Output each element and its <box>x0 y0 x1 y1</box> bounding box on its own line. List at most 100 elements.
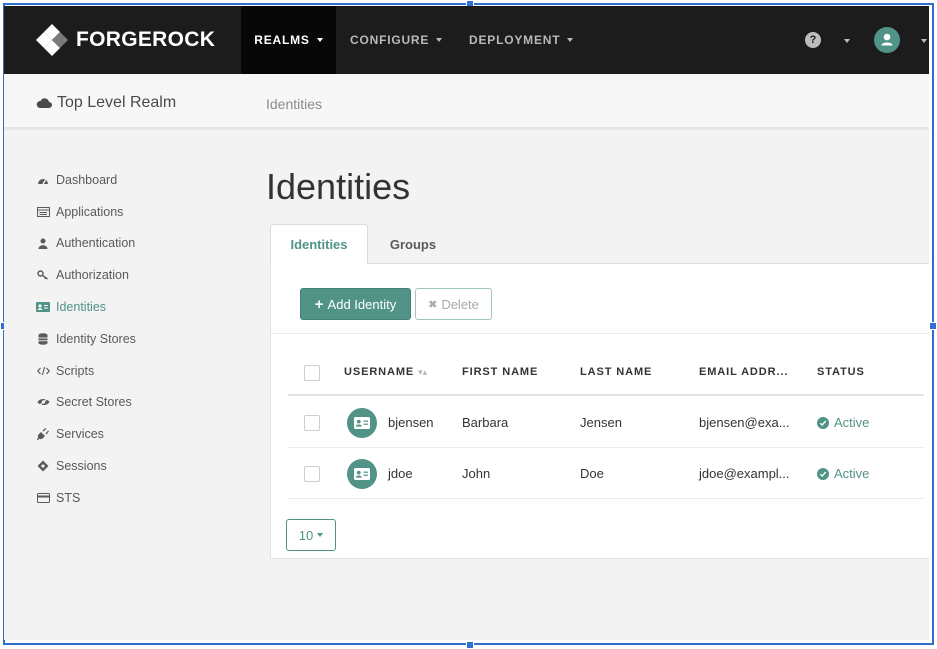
breadcrumb: Identities <box>266 96 323 112</box>
code-icon <box>36 364 50 378</box>
chevron-down-icon <box>317 533 324 537</box>
help-menu-chevron-icon[interactable] <box>844 39 850 43</box>
cell-first-name: Barbara <box>462 415 509 430</box>
nav-configure[interactable]: CONFIGURE <box>350 6 443 74</box>
sidebar-item-authorization[interactable]: Authorization <box>36 259 236 291</box>
table-row[interactable]: bjensen Barbara Jensen bjensen@exa... Ac… <box>288 398 924 448</box>
table-row[interactable]: jdoe John Doe jdoe@exampl... Active <box>288 449 924 499</box>
sidebar-item-identities[interactable]: Identities <box>36 291 236 323</box>
add-identity-button[interactable]: + Add Identity <box>300 288 411 320</box>
nav-deployment-label: DEPLOYMENT <box>469 33 561 47</box>
id-card-icon <box>36 300 50 314</box>
sidebar-item-label: Applications <box>56 204 124 219</box>
brand-name: FORGEROCK <box>76 28 216 51</box>
nav-configure-label: CONFIGURE <box>350 33 430 47</box>
sidebar-item-sts[interactable]: STS <box>36 482 236 514</box>
chevron-down-icon <box>436 38 443 42</box>
sidebar-item-scripts[interactable]: Scripts <box>36 355 236 387</box>
status-badge: Active <box>817 415 869 430</box>
cell-email: jdoe@exampl... <box>699 466 790 481</box>
column-header-username[interactable]: USERNAME ▾▴ <box>344 366 427 378</box>
row-checkbox[interactable] <box>304 415 320 431</box>
select-all-checkbox[interactable] <box>304 365 320 381</box>
id-card-icon <box>347 408 377 438</box>
column-header-label: EMAIL ADDR... <box>699 366 789 378</box>
column-header-label: LAST NAME <box>580 366 653 378</box>
dashboard-icon <box>36 173 50 187</box>
sidebar-item-label: Scripts <box>56 363 95 378</box>
page-size-select[interactable]: 10 <box>286 519 336 551</box>
add-identity-label: Add Identity <box>327 296 397 312</box>
status-label: Active <box>834 415 870 430</box>
resize-handle-right[interactable] <box>929 322 937 330</box>
column-header-first-name[interactable]: FIRST NAME <box>462 366 538 378</box>
column-header-label: FIRST NAME <box>462 366 539 378</box>
delete-label: Delete <box>441 296 479 312</box>
user-avatar-icon[interactable] <box>874 27 900 53</box>
tab-bar: Identities Groups <box>270 224 929 265</box>
sidebar-item-sessions[interactable]: Sessions <box>36 450 236 482</box>
nav-deployment[interactable]: DEPLOYMENT <box>469 6 574 74</box>
database-icon <box>36 332 50 346</box>
sidebar-item-label: Authorization <box>56 268 129 283</box>
cloud-icon <box>36 98 52 108</box>
user-silhouette-icon <box>881 33 893 46</box>
close-icon: ✖ <box>428 298 438 311</box>
applications-icon <box>36 205 50 219</box>
top-navbar: FORGEROCK REALMS CONFIGURE DEPLOYMENT ? <box>4 6 929 74</box>
sidebar-item-label: STS <box>56 490 81 505</box>
row-checkbox[interactable] <box>304 466 320 482</box>
sidebar-item-label: Authentication <box>56 236 136 251</box>
app-window: FORGEROCK REALMS CONFIGURE DEPLOYMENT ? … <box>4 6 929 640</box>
id-card-icon <box>347 459 377 489</box>
sidebar-item-label: Identity Stores <box>56 331 136 346</box>
user-menu-chevron-icon[interactable] <box>921 39 927 43</box>
cell-last-name: Doe <box>580 466 604 481</box>
chevron-down-icon <box>567 38 574 42</box>
sidebar-item-applications[interactable]: Applications <box>36 196 236 228</box>
sidebar-item-secret-stores[interactable]: Secret Stores <box>36 387 236 419</box>
forgerock-logo-icon <box>36 24 68 56</box>
user-icon <box>36 236 50 250</box>
column-header-label: USERNAME <box>344 366 415 378</box>
check-circle-icon <box>817 416 829 429</box>
sidebar-item-services[interactable]: Services <box>36 418 236 450</box>
tab-identities[interactable]: Identities <box>270 224 368 265</box>
tab-groups[interactable]: Groups <box>368 224 458 265</box>
column-header-last-name[interactable]: LAST NAME <box>580 366 652 378</box>
check-circle-icon <box>817 467 829 480</box>
tab-label: Groups <box>389 237 437 252</box>
realm-selector[interactable]: Top Level Realm <box>36 94 176 112</box>
sidebar-item-dashboard[interactable]: Dashboard <box>36 164 236 196</box>
sidebar-item-label: Secret Stores <box>56 395 132 410</box>
status-badge: Active <box>817 466 869 481</box>
key-icon <box>36 268 50 282</box>
delete-button[interactable]: ✖ Delete <box>415 288 492 320</box>
sidebar-item-label: Services <box>56 427 104 442</box>
sort-icon: ▾▴ <box>418 367 428 377</box>
realm-subheader: Top Level Realm Identities <box>4 74 929 130</box>
chevron-down-icon <box>316 38 323 42</box>
question-circle-icon[interactable]: ? <box>805 32 821 48</box>
ticket-icon <box>36 459 50 473</box>
cell-last-name: Jensen <box>580 415 622 430</box>
sidebar-item-identity-stores[interactable]: Identity Stores <box>36 323 236 355</box>
plug-icon <box>36 427 50 441</box>
cell-first-name: John <box>462 466 491 481</box>
column-header-status[interactable]: STATUS <box>817 366 865 378</box>
cell-username[interactable]: bjensen <box>388 415 434 430</box>
table-toolbar: + Add Identity ✖ Delete <box>271 282 929 334</box>
column-header-label: STATUS <box>817 366 865 378</box>
sidebar-item-label: Sessions <box>56 459 107 474</box>
tab-label: Identities <box>290 237 348 252</box>
cell-email: bjensen@exa... <box>699 415 790 430</box>
cell-username[interactable]: jdoe <box>388 466 413 481</box>
sidebar-item-authentication[interactable]: Authentication <box>36 228 236 260</box>
page-size-value: 10 <box>298 527 314 543</box>
eye-slash-icon <box>36 395 50 409</box>
sidebar-item-label: Dashboard <box>56 172 118 187</box>
realm-name: Top Level Realm <box>57 94 177 111</box>
column-header-email[interactable]: EMAIL ADDR... <box>699 366 788 378</box>
nav-realms[interactable]: REALMS <box>241 6 336 74</box>
forgerock-logo[interactable]: FORGEROCK <box>34 18 215 62</box>
